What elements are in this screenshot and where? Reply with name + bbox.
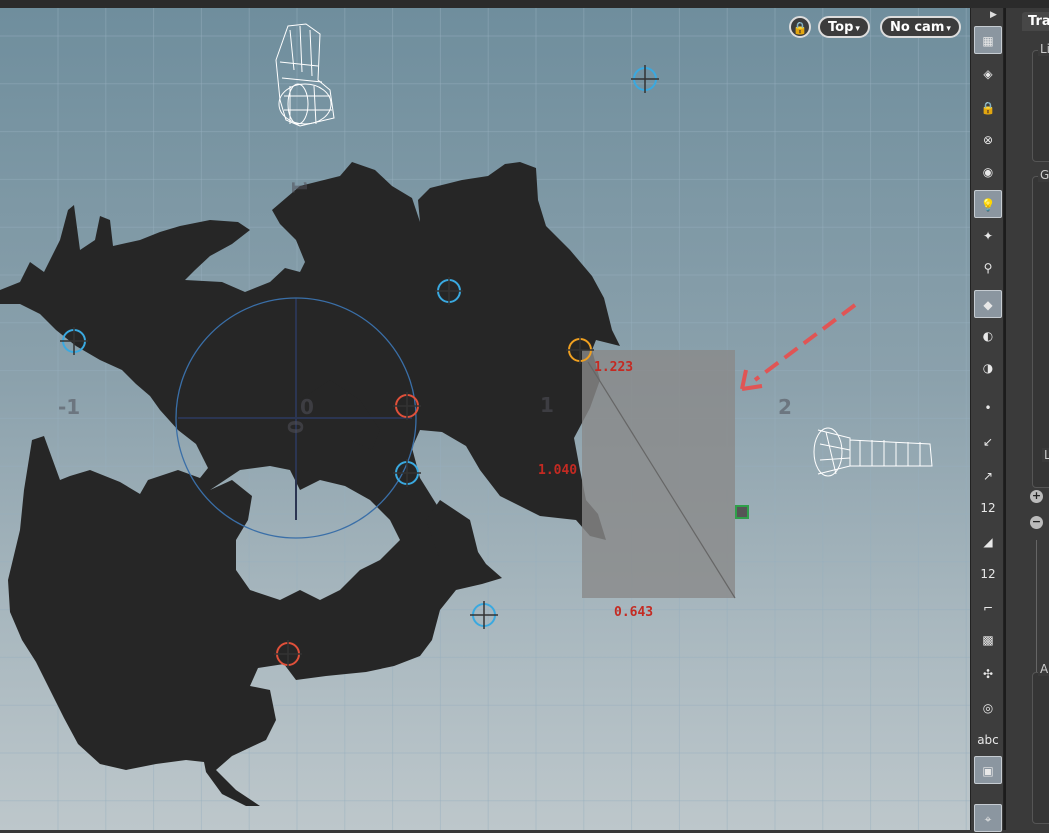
toolbar-shadow-light-button[interactable]: ⚲ bbox=[974, 254, 1002, 282]
toolbar-text-display-button[interactable]: abc bbox=[974, 726, 1002, 754]
toolbar-display-options-button[interactable]: ▦ bbox=[974, 26, 1002, 54]
toolbar-primitive-number-button[interactable]: 12 bbox=[974, 560, 1002, 588]
panel-tab-title[interactable]: Tra bbox=[1022, 12, 1049, 31]
measure-handle[interactable] bbox=[735, 505, 749, 519]
parameter-panel: Tra Lig Ge L + − Ar bbox=[1004, 8, 1049, 830]
location-pin-icon: ⌖ bbox=[984, 812, 992, 826]
lock-icon: 🔒 bbox=[792, 21, 808, 35]
toolbar-template-display-button[interactable]: ◎ bbox=[974, 694, 1002, 722]
visualizer-icon: ◐ bbox=[982, 329, 994, 343]
chevron-down-icon: ▾ bbox=[946, 24, 951, 34]
toolbar-expand-arrow[interactable]: ▶ bbox=[990, 10, 997, 20]
toolbar-vertex-normal-button[interactable]: ↗ bbox=[974, 462, 1002, 490]
normal-light-icon: 💡 bbox=[980, 198, 996, 212]
measure-height-label: 1.040 bbox=[538, 463, 577, 478]
toolbar-point-display-button[interactable]: • bbox=[974, 394, 1002, 422]
display-toolbar: ▦ ◈ 🔒 ⊗ ◉ 💡 ✦ ⚲ ◆ ◐ ◑ • ↙ ↗ 12 ◢ 12 ⌐ ▩ ✣ ◎ abc ▣ ⌖ bbox=[970, 8, 1004, 832]
toolbar-point-number-button[interactable]: 12 bbox=[974, 494, 1002, 522]
shadow-light-icon: ⚲ bbox=[983, 261, 993, 275]
point-display-icon: • bbox=[984, 401, 992, 415]
template-display-icon: ◎ bbox=[982, 701, 994, 715]
panel-group-1-label: Lig bbox=[1038, 42, 1049, 56]
toolbar-location-pin-button[interactable]: ⌖ bbox=[974, 804, 1002, 832]
toolbar-uv-display-button[interactable]: ▩ bbox=[974, 626, 1002, 654]
toolbar-geometry-view-button[interactable]: ◈ bbox=[974, 60, 1002, 88]
display-options-icon: ▦ bbox=[982, 34, 994, 48]
panel-group-3-label: L bbox=[1042, 448, 1049, 462]
primitive-number-icon: 12 bbox=[980, 567, 996, 581]
toolbar-particle-display-button[interactable]: ✣ bbox=[974, 660, 1002, 688]
panel-group-4 bbox=[1032, 672, 1049, 824]
spotlight-wireframe-right[interactable] bbox=[813, 427, 933, 477]
profile-curve-icon: ⌐ bbox=[982, 601, 994, 615]
light-marker-blue[interactable] bbox=[631, 65, 659, 93]
background-image-icon: ▣ bbox=[982, 764, 994, 778]
uv-display-icon: ▩ bbox=[982, 633, 994, 647]
scene-viewport[interactable]: -1 0 1 2 1 0 1.223 1.040 0.643 🔒 Top ▾ N… bbox=[0, 8, 970, 830]
camera-visualize-icon: ◑ bbox=[982, 361, 994, 375]
no-light-icon: ⊗ bbox=[982, 133, 994, 147]
toolbar-lock-button[interactable]: 🔒 bbox=[974, 94, 1002, 122]
toolbar-profile-curve-button[interactable]: ⌐ bbox=[974, 594, 1002, 622]
zoom-out-icon[interactable]: − bbox=[1030, 516, 1043, 529]
high-quality-light-icon: ✦ bbox=[982, 229, 994, 243]
terrain-map-shape bbox=[0, 162, 620, 806]
panel-group-4-label: Ar bbox=[1038, 662, 1049, 676]
toolbar-high-quality-light-button[interactable]: ✦ bbox=[974, 222, 1002, 250]
measure-diagonal-label: 1.223 bbox=[594, 360, 633, 375]
shaded-mode-icon: ◆ bbox=[983, 298, 993, 312]
toolbar-shaded-mode-button[interactable]: ◆ bbox=[974, 290, 1002, 318]
geometry-view-icon: ◈ bbox=[983, 67, 993, 81]
zoom-in-icon[interactable]: + bbox=[1030, 490, 1043, 503]
panel-group-1 bbox=[1032, 50, 1049, 162]
scene-canvas[interactable]: -1 0 1 2 1 0 1.223 1.040 0.643 bbox=[0, 8, 970, 830]
vertex-normal-icon: ↗ bbox=[982, 469, 994, 483]
chevron-down-icon: ▾ bbox=[855, 24, 860, 34]
toolbar-no-light-button[interactable]: ⊗ bbox=[974, 126, 1002, 154]
panel-group-2-label: Ge bbox=[1038, 168, 1049, 182]
axis-label-x-0: 0 bbox=[300, 395, 314, 419]
toolbar-point-normal-button[interactable]: ↙ bbox=[974, 428, 1002, 456]
measure-width-label: 0.643 bbox=[614, 605, 653, 620]
viewport-lock-button[interactable]: 🔒 bbox=[789, 16, 811, 38]
axis-label-x-1: 1 bbox=[540, 393, 554, 417]
particle-display-icon: ✣ bbox=[982, 667, 994, 681]
axis-label-y-0: 0 bbox=[283, 420, 307, 434]
primitive-normal-icon: ◢ bbox=[983, 535, 993, 549]
toolbar-visualizer-button[interactable]: ◐ bbox=[974, 322, 1002, 350]
panel-group-2 bbox=[1032, 176, 1049, 488]
view-menu-button[interactable]: Top ▾ bbox=[818, 16, 870, 38]
axis-label-y-1: 1 bbox=[287, 180, 311, 194]
axis-label-x-2: 2 bbox=[778, 395, 792, 419]
toolbar-primitive-normal-button[interactable]: ◢ bbox=[974, 528, 1002, 556]
toolbar-background-image-button[interactable]: ▣ bbox=[974, 756, 1002, 784]
view-menu-label: Top bbox=[828, 20, 854, 35]
axis-label-x-neg1: -1 bbox=[58, 395, 80, 419]
point-number-icon: 12 bbox=[980, 501, 996, 515]
toolbar-headlight-button[interactable]: ◉ bbox=[974, 158, 1002, 186]
light-marker-blue[interactable] bbox=[470, 601, 498, 629]
panel-slider-track[interactable] bbox=[1036, 540, 1037, 690]
toolbar-camera-visualize-button[interactable]: ◑ bbox=[974, 354, 1002, 382]
headlight-icon: ◉ bbox=[982, 165, 994, 179]
spotlight-wireframe-top[interactable] bbox=[275, 23, 335, 127]
camera-menu-button[interactable]: No cam ▾ bbox=[880, 16, 961, 38]
camera-menu-label: No cam bbox=[890, 20, 945, 35]
text-display-icon: abc bbox=[977, 733, 999, 747]
annotation-arrow-line bbox=[753, 303, 857, 382]
point-normal-icon: ↙ bbox=[982, 435, 994, 449]
toolbar-normal-light-button[interactable]: 💡 bbox=[974, 190, 1002, 218]
lock-icon: 🔒 bbox=[980, 101, 996, 115]
